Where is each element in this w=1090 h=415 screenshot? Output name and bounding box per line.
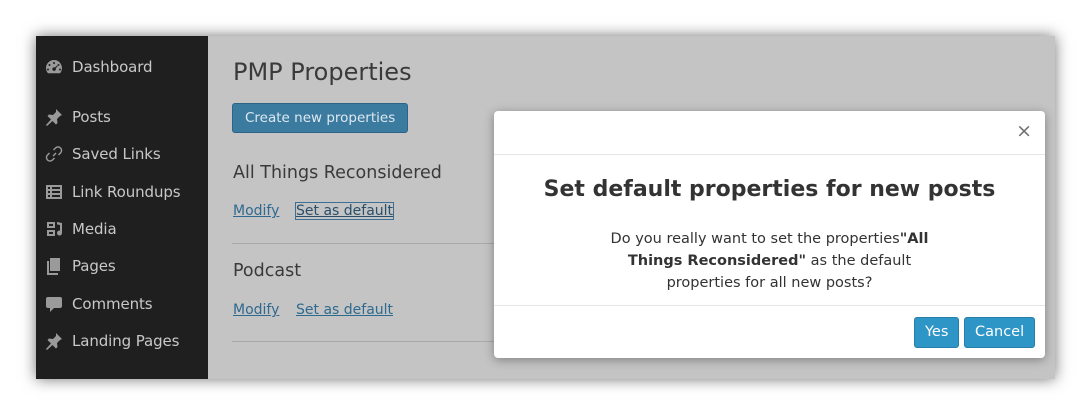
close-icon[interactable]: ×	[1016, 122, 1032, 141]
create-properties-button[interactable]: Create new properties	[232, 103, 409, 133]
sidebar-item-comments[interactable]: Comments	[36, 290, 208, 318]
dialog-header: ×	[494, 111, 1045, 155]
sidebar-item-landing-pages[interactable]: Landing Pages	[36, 327, 208, 355]
dialog-title: Set default properties for new posts	[543, 177, 996, 202]
set-default-link[interactable]: Set as default	[294, 202, 395, 220]
sidebar-item-posts[interactable]: Posts	[36, 103, 208, 131]
yes-button[interactable]: Yes	[914, 317, 960, 348]
page-title: PMP Properties	[233, 58, 412, 86]
pin-icon	[36, 331, 72, 351]
divider	[232, 243, 532, 244]
sidebar-item-label: Link Roundups	[72, 183, 181, 201]
comment-icon	[36, 294, 72, 314]
sidebar-item-label: Saved Links	[72, 145, 161, 163]
sidebar-item-label: Media	[72, 220, 117, 238]
dialog-footer: Yes Cancel	[494, 305, 1045, 358]
sidebar-item-label: Posts	[72, 108, 111, 126]
confirm-dialog: × Set default properties for new posts D…	[494, 111, 1045, 358]
sidebar-item-pages[interactable]: Pages	[36, 252, 208, 280]
sidebar-item-link-roundups[interactable]: Link Roundups	[36, 178, 208, 206]
sidebar-item-dashboard[interactable]: Dashboard	[36, 53, 208, 81]
dashboard-icon	[36, 57, 72, 77]
pages-icon	[36, 256, 72, 276]
dialog-message: Do you really want to set the properties…	[589, 228, 950, 294]
pin-icon	[36, 107, 72, 127]
sidebar-item-label: Pages	[72, 257, 116, 275]
media-icon	[36, 219, 72, 239]
modify-link[interactable]: Modify	[233, 203, 279, 219]
cancel-button[interactable]: Cancel	[964, 317, 1036, 348]
sidebar-item-media[interactable]: Media	[36, 215, 208, 243]
set-default-link[interactable]: Set as default	[296, 302, 393, 318]
sidebar-item-label: Dashboard	[72, 58, 153, 76]
link-icon	[36, 144, 72, 164]
admin-sidebar: Dashboard Posts Saved Links Link Roundup…	[36, 36, 208, 379]
list-icon	[36, 182, 72, 202]
property-name: Podcast	[233, 261, 302, 281]
modify-link[interactable]: Modify	[233, 302, 279, 318]
sidebar-item-label: Landing Pages	[72, 332, 180, 350]
property-name: All Things Reconsidered	[233, 163, 442, 183]
divider	[232, 341, 532, 342]
sidebar-item-label: Comments	[72, 295, 153, 313]
dialog-message-text: Do you really want to set the properties	[610, 231, 900, 247]
sidebar-item-saved-links[interactable]: Saved Links	[36, 140, 208, 168]
